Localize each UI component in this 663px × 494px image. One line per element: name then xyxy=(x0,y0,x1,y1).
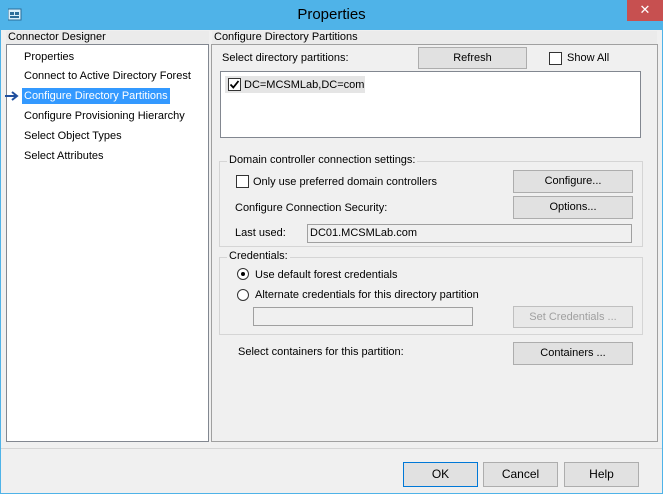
nav-item-connect-to-forest[interactable]: Connect to Active Directory Forest xyxy=(22,68,193,84)
window-title: Properties xyxy=(297,6,366,23)
partition-label: DC=MCSMLab,DC=com xyxy=(244,79,365,91)
cancel-button[interactable]: Cancel xyxy=(483,462,558,487)
dc-connection-group-title: Domain controller connection settings: xyxy=(227,154,418,167)
nav-item-configure-provisioning-hierarchy[interactable]: Configure Provisioning Hierarchy xyxy=(22,108,187,124)
nav-item-configure-directory-partitions[interactable]: Configure Directory Partitions xyxy=(22,88,170,104)
partition-checkbox[interactable] xyxy=(228,78,241,91)
default-credentials-label: Use default forest credentials xyxy=(255,269,398,281)
checkmark-icon xyxy=(229,80,240,89)
set-credentials-button: Set Credentials ... xyxy=(513,306,633,328)
nav-item-select-object-types[interactable]: Select Object Types xyxy=(22,128,124,144)
close-icon: ✕ xyxy=(639,2,651,17)
alternate-credentials-label: Alternate credentials for this directory… xyxy=(255,289,479,301)
last-used-field: DC01.MCSMLab.com xyxy=(307,224,632,243)
help-button[interactable]: Help xyxy=(564,462,639,487)
select-partitions-label: Select directory partitions: xyxy=(222,52,349,64)
alternate-credentials-field xyxy=(253,307,473,326)
ok-button[interactable]: OK xyxy=(403,462,478,487)
credentials-group-title: Credentials: xyxy=(227,250,290,263)
refresh-button[interactable]: Refresh xyxy=(418,47,527,69)
default-credentials-radio[interactable] xyxy=(237,268,249,280)
show-all-checkbox[interactable] xyxy=(549,52,562,65)
list-item[interactable]: DC=MCSMLab,DC=com xyxy=(225,76,365,93)
options-button[interactable]: Options... xyxy=(513,196,633,219)
last-used-label: Last used: xyxy=(235,227,286,239)
configure-partitions-header: Configure Directory Partitions xyxy=(212,31,657,44)
partition-list[interactable]: DC=MCSMLab,DC=com xyxy=(220,71,641,138)
show-all-label: Show All xyxy=(567,52,610,64)
preferred-dc-checkbox[interactable] xyxy=(236,175,249,188)
connector-designer-header: Connector Designer xyxy=(6,31,209,44)
nav-item-select-attributes[interactable]: Select Attributes xyxy=(22,148,106,164)
containers-label: Select containers for this partition: xyxy=(238,346,404,358)
title-bar: Properties ✕ xyxy=(0,0,663,30)
preferred-dc-label: Only use preferred domain controllers xyxy=(253,176,438,188)
footer-divider xyxy=(1,448,662,449)
configure-button[interactable]: Configure... xyxy=(513,170,633,193)
containers-button[interactable]: Containers ... xyxy=(513,342,633,365)
nav-item-properties[interactable]: Properties xyxy=(22,49,76,65)
connection-security-label: Configure Connection Security: xyxy=(235,202,388,214)
arrow-right-icon xyxy=(5,91,19,101)
close-button[interactable]: ✕ xyxy=(627,0,663,21)
alternate-credentials-radio[interactable] xyxy=(237,289,249,301)
